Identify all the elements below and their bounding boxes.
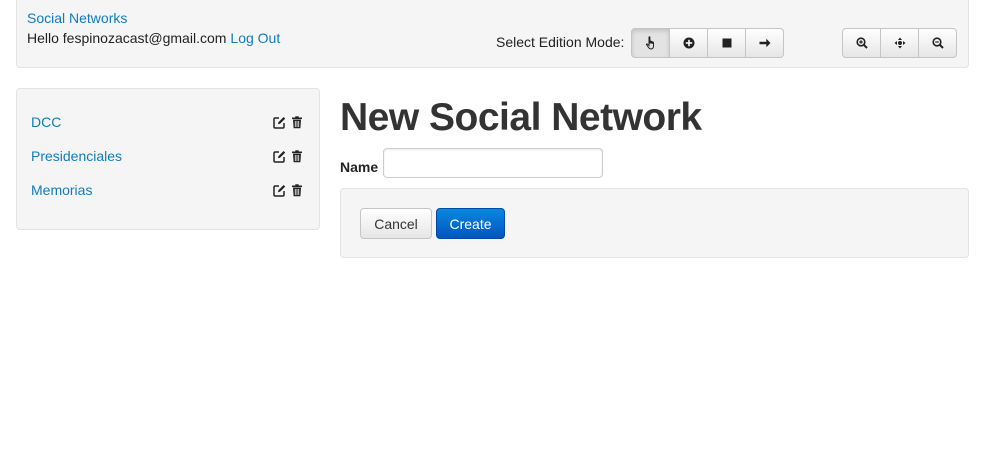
trash-icon[interactable] <box>291 184 304 197</box>
add-edge-mode-button[interactable] <box>745 28 784 58</box>
form-actions: Cancel Create <box>340 188 969 258</box>
sidebar-item-label[interactable]: Memorias <box>31 181 92 199</box>
user-greeting-line: Hello fespinozacast@gmail.com Log Out <box>27 30 280 46</box>
zoom-toolbar <box>842 28 957 58</box>
edit-icon[interactable] <box>273 150 286 163</box>
sidebar-item-memorias: Memorias <box>17 181 319 215</box>
trash-icon[interactable] <box>291 150 304 163</box>
stop-mode-button[interactable] <box>707 28 746 58</box>
pointer-mode-button[interactable] <box>631 28 670 58</box>
name-label: Name <box>340 159 379 175</box>
logout-link[interactable]: Log Out <box>230 30 280 46</box>
edit-icon[interactable] <box>273 116 286 129</box>
sidebar-item-dcc: DCC <box>17 113 319 147</box>
edition-mode-toolbar <box>631 28 784 58</box>
sidebar-item-label[interactable]: DCC <box>31 113 61 131</box>
cancel-button[interactable]: Cancel <box>360 208 432 239</box>
pointer-hand-icon <box>645 36 657 50</box>
networks-sidebar: DCC Presidenciales Memorias <box>16 88 320 230</box>
zoom-out-button[interactable] <box>918 28 957 58</box>
add-node-mode-button[interactable] <box>669 28 708 58</box>
brand-link[interactable]: Social Networks <box>27 10 127 26</box>
move-crosshair-icon <box>894 37 906 49</box>
add-circle-icon <box>683 37 695 49</box>
page-title: New Social Network <box>340 96 702 139</box>
sidebar-item-presidenciales: Presidenciales <box>17 147 319 181</box>
zoom-out-icon <box>931 37 944 49</box>
zoom-in-button[interactable] <box>842 28 881 58</box>
edit-icon[interactable] <box>273 184 286 197</box>
edition-mode-label: Select Edition Mode: <box>496 34 625 50</box>
greeting-text: Hello fespinozacast@gmail.com <box>27 30 227 46</box>
stop-square-icon <box>722 38 732 48</box>
arrow-right-icon <box>759 38 771 48</box>
zoom-in-icon <box>855 37 868 49</box>
name-input[interactable] <box>383 148 603 178</box>
center-view-button[interactable] <box>880 28 919 58</box>
sidebar-item-label[interactable]: Presidenciales <box>31 147 122 165</box>
sidebar-item-actions <box>273 184 304 197</box>
sidebar-item-actions <box>273 150 304 163</box>
top-header: Social Networks Hello fespinozacast@gmai… <box>16 0 969 68</box>
create-button[interactable]: Create <box>436 208 505 239</box>
sidebar-item-actions <box>273 116 304 129</box>
trash-icon[interactable] <box>291 116 304 129</box>
